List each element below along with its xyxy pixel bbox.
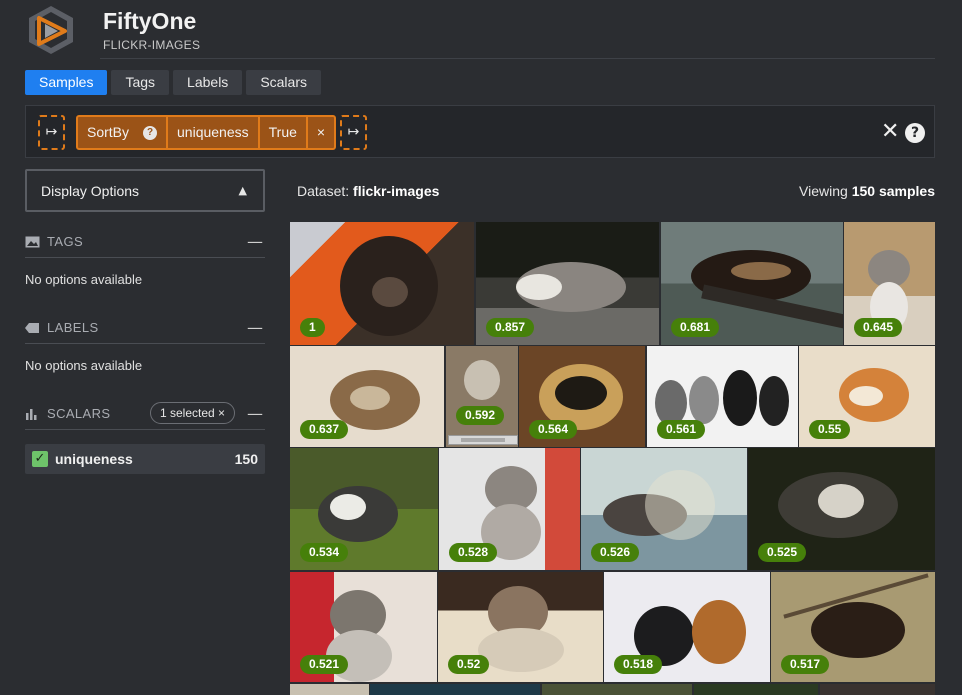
tab-samples[interactable]: Samples [25,70,108,95]
field-checkbox[interactable]: ✓ [32,451,48,467]
uniqueness-badge: 0.534 [300,543,349,562]
scalars-title: SCALARS [47,406,111,421]
sample-tile[interactable]: 0.528 [439,448,580,570]
dataset-subtitle: FLICKR-IMAGES [103,38,201,52]
add-stage-before-button[interactable]: ↦ [38,115,65,150]
collapse-icon[interactable]: — [247,318,263,337]
uniqueness-badge: 1 [300,318,325,337]
chevron-up-icon: ▲ [238,184,247,197]
uniqueness-badge: 0.517 [781,655,830,674]
tab-tags[interactable]: Tags [111,70,170,95]
selected-count-pill[interactable]: 1 selected × [150,402,236,424]
sample-tile[interactable]: 0.521 [290,572,437,682]
tags-empty-text: No options available [25,272,143,287]
uniqueness-badge: 0.55 [809,420,851,439]
sample-tile[interactable]: 0.525 [748,448,935,570]
tab-scalars[interactable]: Scalars [246,70,321,95]
labels-title: LABELS [47,320,99,335]
sample-tile[interactable] [370,684,540,695]
field-name: uniqueness [55,451,133,467]
uniqueness-badge: 0.525 [758,543,807,562]
labels-header[interactable]: LABELS — [25,318,265,344]
stage-reverse-param[interactable]: True [260,117,308,148]
dataset-name: flickr-images [353,183,440,199]
app-title: FiftyOne [103,8,197,34]
stage-help-icon[interactable]: ? [143,125,158,140]
scalars-section: SCALARS 1 selected × — [25,402,265,430]
stage-remove-button[interactable]: × [308,117,334,148]
sample-tile[interactable]: 1 [290,222,474,345]
sample-tile[interactable]: 0.564 [519,346,645,447]
uniqueness-badge: 0.637 [300,420,349,439]
uniqueness-badge: 0.592 [456,406,505,425]
view-bar: ↦ SortBy? uniqueness True × ↦ ✕ ? [25,105,935,158]
view-help-icon[interactable]: ? [905,123,925,143]
uniqueness-badge: 0.561 [657,420,706,439]
uniqueness-badge: 0.52 [448,655,490,674]
viewing-count: 150 samples [851,183,935,199]
sample-tile[interactable] [820,684,935,695]
sample-tile[interactable] [290,684,369,695]
uniqueness-badge: 0.681 [671,318,720,337]
tags-title: TAGS [47,234,84,249]
sample-tile[interactable]: 0.561 [647,346,798,447]
clear-view-icon[interactable]: ✕ [881,120,899,144]
add-stage-after-button[interactable]: ↦ [340,115,367,150]
tab-labels[interactable]: Labels [173,70,243,95]
sample-tile[interactable]: 0.517 [771,572,935,682]
field-count: 150 [234,451,258,467]
sample-tile[interactable]: 0.518 [604,572,770,682]
display-options-toggle[interactable]: Display Options ▲ [25,169,265,212]
tags-header[interactable]: TAGS — [25,232,265,258]
uniqueness-badge: 0.521 [300,655,349,674]
dataset-line: Dataset: flickr-images [297,183,439,199]
header: FiftyOne FLICKR-IMAGES [0,0,962,60]
uniqueness-badge: 0.528 [449,543,498,562]
sortby-stage: SortBy? uniqueness True × [76,115,337,150]
sample-tile[interactable]: 0.857 [476,222,659,345]
view-tabs: Samples Tags Labels Scalars [25,70,321,95]
samples-grid: 1 0.857 0.681 0.645 0.637 0.592 0.564 0.… [290,222,935,695]
sample-tile[interactable]: 0.637 [290,346,444,447]
collapse-icon[interactable]: — [247,232,263,251]
uniqueness-badge: 0.645 [854,318,903,337]
viewing-prefix: Viewing [799,183,848,199]
sample-tile[interactable]: 0.52 [438,572,603,682]
sample-tile[interactable]: 0.681 [661,222,843,345]
bar-chart-icon [26,409,37,420]
stage-name[interactable]: SortBy? [78,117,169,148]
sample-tile[interactable]: 0.526 [581,448,747,570]
sample-tile[interactable] [694,684,818,695]
sample-tile[interactable]: 0.645 [844,222,935,345]
stage-name-label: SortBy [87,124,130,140]
uniqueness-badge: 0.526 [591,543,640,562]
field-row-uniqueness[interactable]: ✓ uniqueness 150 [25,444,265,474]
uniqueness-badge: 0.518 [614,655,663,674]
labels-section: LABELS — No options available [25,318,265,373]
labels-empty-text: No options available [25,358,143,373]
fiftyone-logo-icon[interactable] [25,4,77,56]
label-icon [25,323,39,333]
image-scrollbar [448,435,518,445]
sample-tile[interactable]: 0.534 [290,448,438,570]
sample-tile[interactable] [542,684,692,695]
sample-tile[interactable]: 0.55 [799,346,935,447]
scalars-header[interactable]: SCALARS 1 selected × — [25,402,265,430]
uniqueness-badge: 0.564 [529,420,578,439]
collapse-icon[interactable]: — [247,404,263,423]
tags-section: TAGS — No options available [25,232,265,287]
header-divider [100,58,935,59]
display-options-label: Display Options [41,183,140,199]
dataset-prefix: Dataset: [297,183,350,199]
image-icon [25,236,40,248]
uniqueness-badge: 0.857 [486,318,535,337]
stage-field-param[interactable]: uniqueness [168,117,260,148]
sample-tile[interactable]: 0.592 [446,346,518,447]
viewing-line: Viewing 150 samples [799,183,935,199]
